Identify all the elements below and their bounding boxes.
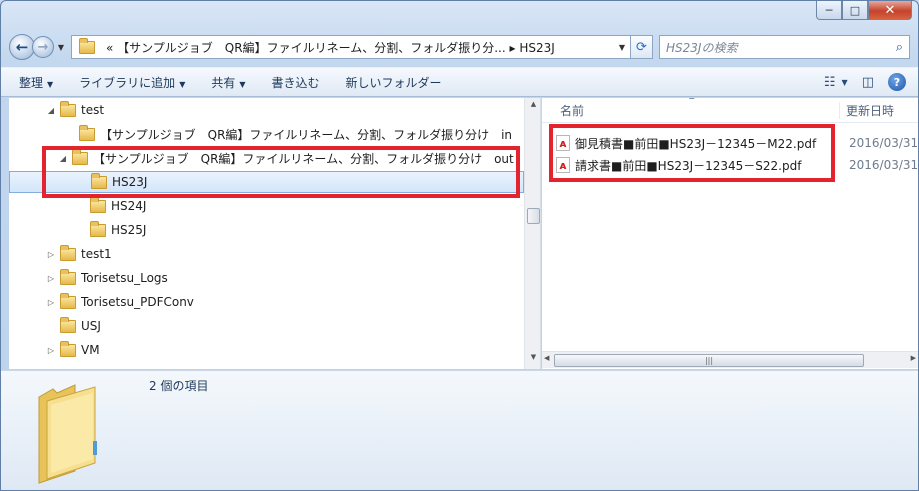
navigation-pane: ◢ test 【サンプルジョブ QR編】ファイルリネーム、分割、フォルダ振り分け… — [9, 98, 541, 369]
command-bar: 整理 ▼ ライブラリに追加 ▼ 共有 ▼ 書き込む 新しいフォルダー ☷ ▼ ◫ ? — [1, 67, 918, 97]
tree-item-vm[interactable]: ▷ VM — [9, 339, 524, 361]
file-horizontal-scrollbar[interactable]: ◀ ||| ▶ — [542, 351, 918, 368]
file-date: 2016/03/31 — [849, 158, 919, 172]
folder-icon — [60, 100, 76, 117]
tree-item-in[interactable]: 【サンプルジョブ QR編】ファイルリネーム、分割、フォルダ振り分け in — [9, 123, 524, 145]
expand-icon[interactable]: ▷ — [45, 274, 57, 283]
expand-icon[interactable]: ▷ — [45, 298, 57, 307]
column-header-name[interactable]: ▲ 名前 — [542, 98, 839, 119]
refresh-icon: ⟳ — [636, 39, 647, 55]
tree-item-label: HS25J — [111, 223, 147, 237]
tree-item-out[interactable]: ◢ 【サンプルジョブ QR編】ファイルリネーム、分割、フォルダ振り分け out — [9, 147, 524, 169]
tree-item-label: Torisetsu_PDFConv — [81, 295, 194, 309]
forward-button[interactable]: → — [32, 36, 54, 58]
file-name: 請求書■前田■HS23J－12345－S22.pdf — [575, 158, 802, 173]
new-folder-button[interactable]: 新しいフォルダー — [346, 74, 442, 91]
close-button[interactable]: ✕ — [868, 1, 912, 20]
navigation-bar: ← → ▼ « 【サンプルジョブ QR編】ファイルリネーム、分割、フォルダ振り分… — [9, 31, 910, 63]
tree-item-test1[interactable]: ▷ test1 — [9, 243, 524, 265]
file-list-pane: ▲ 名前 更新日時 ᴀ 御見積書■前田■HS23J－12345－M22.pdf … — [542, 98, 919, 369]
item-count-status: 2 個の項目 — [149, 379, 209, 393]
column-header-name-label: 名前 — [560, 103, 585, 118]
address-bar[interactable]: « 【サンプルジョブ QR編】ファイルリネーム、分割、フォルダ振り分... ▸ … — [71, 35, 631, 59]
scroll-up-icon[interactable]: ▲ — [525, 100, 540, 114]
tree-item-label: test1 — [81, 247, 112, 261]
pdf-file-icon: ᴀ — [556, 135, 570, 151]
pdf-file-icon: ᴀ — [556, 157, 570, 173]
expand-icon[interactable]: ◢ — [45, 106, 57, 115]
tree-item-hs24j[interactable]: HS24J — [9, 195, 524, 217]
search-placeholder: HS23Jの検索 — [666, 40, 738, 55]
folder-icon — [90, 196, 106, 213]
view-controls: ☷ ▼ ◫ ? — [810, 73, 918, 91]
tree-item-label: 【サンプルジョブ QR編】ファイルリネーム、分割、フォルダ振り分け out — [93, 151, 514, 166]
search-icon[interactable]: ⌕ — [896, 40, 903, 55]
column-header-row: ▲ 名前 更新日時 — [542, 98, 918, 123]
folder-icon — [60, 316, 76, 333]
burn-button[interactable]: 書き込む — [272, 74, 320, 91]
tree-item-torisetsu-logs[interactable]: ▷ Torisetsu_Logs — [9, 267, 524, 289]
folder-icon — [60, 292, 76, 309]
chevron-down-icon: ▼ — [179, 79, 186, 89]
search-input[interactable]: HS23Jの検索 ⌕ — [659, 35, 910, 59]
chevron-down-icon: ▼ — [47, 79, 54, 89]
maximize-button[interactable]: □ — [842, 1, 868, 20]
chevron-down-icon[interactable]: ▼ — [614, 43, 630, 52]
folder-icon — [90, 220, 106, 237]
expand-icon[interactable]: ▷ — [45, 346, 57, 355]
folder-icon — [79, 37, 95, 54]
arrow-right-icon: → — [37, 39, 49, 55]
explorer-window: ─ □ ✕ ← → ▼ « 【サンプルジョブ QR編】ファイルリネーム、分割、フ… — [0, 0, 919, 491]
add-to-library-button[interactable]: ライブラリに追加 ▼ — [79, 74, 185, 91]
share-button[interactable]: 共有 ▼ — [211, 74, 245, 91]
scroll-right-icon[interactable]: ▶ — [911, 354, 916, 362]
tree-item-label: HS24J — [111, 199, 147, 213]
arrow-left-icon: ← — [15, 38, 29, 56]
file-row[interactable]: ᴀ 御見積書■前田■HS23J－12345－M22.pdf 2016/03/31 — [556, 132, 919, 154]
recent-pages-dropdown[interactable]: ▼ — [55, 43, 67, 52]
tree-item-label: Torisetsu_Logs — [81, 271, 168, 285]
sort-ascending-icon: ▲ — [689, 98, 694, 100]
folder-icon — [60, 244, 76, 261]
chevron-down-icon[interactable]: ▼ — [842, 78, 848, 87]
scroll-left-icon[interactable]: ◀ — [544, 354, 549, 362]
address-path[interactable]: « 【サンプルジョブ QR編】ファイルリネーム、分割、フォルダ振り分... ▸ … — [106, 39, 555, 56]
view-options-icon[interactable]: ☷ — [824, 75, 836, 90]
tree-item-label: HS23J — [112, 175, 148, 189]
tree-item-hs23j[interactable]: HS23J — [9, 171, 524, 193]
collapse-icon[interactable]: ◢ — [57, 154, 69, 163]
folder-icon — [91, 172, 107, 189]
column-header-date[interactable]: 更新日時 — [839, 101, 894, 119]
tree-item-label: USJ — [81, 319, 101, 333]
caption-buttons: ─ □ ✕ — [816, 1, 912, 20]
tree-item-usj[interactable]: USJ — [9, 315, 524, 337]
folder-icon — [60, 268, 76, 285]
tree-item-test[interactable]: ◢ test — [9, 99, 524, 121]
tree-item-label: 【サンプルジョブ QR編】ファイルリネーム、分割、フォルダ振り分け in — [100, 127, 513, 142]
chevron-down-icon: ▼ — [239, 79, 246, 89]
help-icon[interactable]: ? — [888, 73, 906, 91]
file-date: 2016/03/31 — [849, 136, 919, 150]
minimize-button[interactable]: ─ — [816, 1, 842, 20]
refresh-button[interactable]: ⟳ — [631, 35, 653, 59]
scroll-thumb[interactable] — [527, 208, 540, 224]
preview-pane-icon[interactable]: ◫ — [862, 75, 874, 90]
file-row[interactable]: ᴀ 請求書■前田■HS23J－12345－S22.pdf 2016/03/31 — [556, 154, 919, 176]
tree-item-label: test — [81, 103, 105, 117]
folder-icon — [79, 124, 95, 141]
scroll-thumb[interactable]: ||| — [554, 354, 864, 367]
scroll-down-icon[interactable]: ▼ — [525, 353, 540, 367]
tree-vertical-scrollbar[interactable]: ▲ ▼ — [524, 98, 540, 369]
tree-item-label: VM — [81, 343, 100, 357]
folder-icon — [60, 340, 76, 357]
folder-large-icon — [38, 384, 97, 484]
details-pane: 2 個の項目 — [1, 370, 918, 490]
organize-button[interactable]: 整理 ▼ — [19, 74, 53, 91]
tree-item-torisetsu-pdfconv[interactable]: ▷ Torisetsu_PDFConv — [9, 291, 524, 313]
tree-item-hs25j[interactable]: HS25J — [9, 219, 524, 241]
folder-icon — [72, 148, 88, 165]
expand-icon[interactable]: ▷ — [45, 250, 57, 259]
file-name: 御見積書■前田■HS23J－12345－M22.pdf — [575, 136, 817, 151]
